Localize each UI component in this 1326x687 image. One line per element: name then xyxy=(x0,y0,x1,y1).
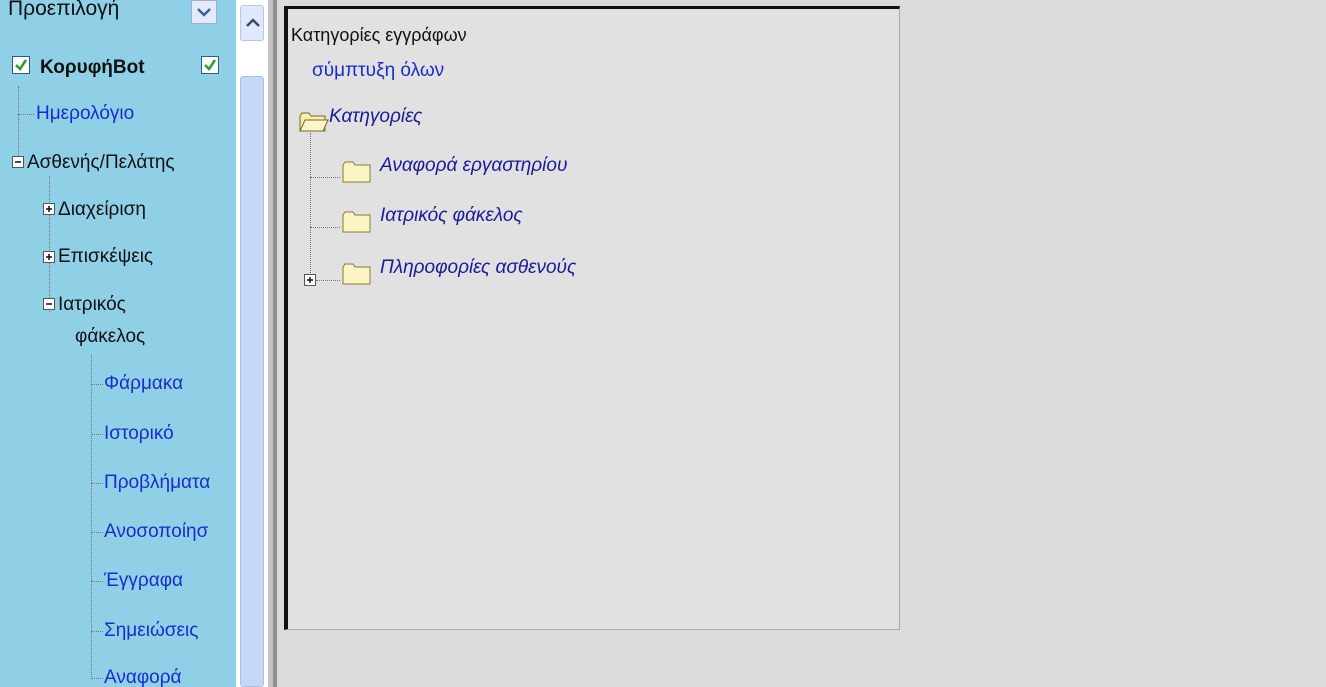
tree-guide xyxy=(310,133,311,281)
folder-icon xyxy=(342,211,371,233)
nav-item-immunizations[interactable]: Ανοσοποίησ xyxy=(104,521,208,543)
tree-guide xyxy=(18,114,34,115)
dropdown-button[interactable] xyxy=(191,0,217,24)
tree-guide xyxy=(91,631,103,632)
tree-guide xyxy=(18,86,19,166)
folder-open-icon xyxy=(299,112,329,132)
minus-box-icon xyxy=(46,303,52,305)
expand-toggle[interactable] xyxy=(43,203,55,215)
scroll-thumb[interactable] xyxy=(240,76,264,687)
root-label[interactable]: ΚορυφήBot xyxy=(40,57,145,79)
tree-guide xyxy=(49,176,50,312)
nav-item-notes[interactable]: Σημειώσεις xyxy=(104,620,198,642)
tree-guide xyxy=(316,280,340,281)
nav-item-report[interactable]: Αναφορά xyxy=(104,667,182,687)
tree-guide xyxy=(91,581,103,582)
expand-toggle[interactable] xyxy=(304,274,316,286)
document-categories-panel: Κατηγορίες εγγράφων σύμπτυξη όλων Κατηγο… xyxy=(284,6,900,630)
category-lab-report[interactable]: Αναφορά εργαστηρίου xyxy=(380,155,567,177)
nav-scrollbar[interactable] xyxy=(236,0,268,687)
nav-item-history[interactable]: Ιστορικό xyxy=(104,423,174,445)
tree-guide xyxy=(310,177,340,178)
root-checkbox-right[interactable] xyxy=(201,56,219,74)
nav-item-problems[interactable]: Προβλήματα xyxy=(104,472,210,494)
plus-box-icon xyxy=(46,254,52,260)
folder-icon xyxy=(342,263,371,285)
collapse-toggle[interactable] xyxy=(43,298,55,310)
collapse-all-link[interactable]: σύμπτυξη όλων xyxy=(312,60,444,82)
tree-guide xyxy=(91,532,103,533)
folder-icon xyxy=(342,161,371,183)
chevron-down-icon xyxy=(197,8,211,17)
tree-guide xyxy=(310,227,340,228)
panel-title: Κατηγορίες εγγράφων xyxy=(291,25,467,45)
chevron-up-icon xyxy=(246,18,260,27)
nav-item-patient[interactable]: Ασθενής/Πελάτης xyxy=(27,152,175,174)
nav-item-visits[interactable]: Επισκέψεις xyxy=(58,246,153,268)
nav-item-management[interactable]: Διαχείριση xyxy=(58,199,146,221)
checkbox-checked-icon xyxy=(15,59,28,71)
tree-guide xyxy=(91,678,103,679)
sidebar-nav: Προεπιλογή ΚορυφήBot Ημερολόγιο Ασθενής/… xyxy=(0,0,236,687)
nav-item-medications[interactable]: Φάρμακα xyxy=(104,373,183,395)
profile-dropdown-value[interactable]: Προεπιλογή xyxy=(8,0,119,20)
plus-box-icon xyxy=(46,206,52,212)
nav-item-documents[interactable]: Έγγραφα xyxy=(104,570,183,592)
minus-box-icon xyxy=(15,161,21,163)
nav-item-medical-record[interactable]: Ιατρικός xyxy=(58,294,126,316)
tree-guide xyxy=(91,384,103,385)
checkbox-checked-icon xyxy=(204,59,217,71)
frame-divider-shadow xyxy=(273,0,277,687)
collapse-toggle[interactable] xyxy=(12,156,24,168)
tree-guide xyxy=(91,483,103,484)
nav-item-medical-record-line2[interactable]: φάκελος xyxy=(75,326,145,348)
expand-toggle[interactable] xyxy=(43,251,55,263)
root-checkbox[interactable] xyxy=(12,56,30,74)
category-root[interactable]: Κατηγορίες xyxy=(329,106,422,128)
tree-guide xyxy=(91,434,103,435)
nav-item-calendar[interactable]: Ημερολόγιο xyxy=(36,103,134,125)
category-patient-info[interactable]: Πληροφορίες ασθενούς xyxy=(380,257,576,279)
plus-box-icon xyxy=(307,277,313,283)
category-medical-record[interactable]: Ιατρικός φάκελος xyxy=(380,205,523,227)
tree-guide xyxy=(91,355,92,677)
scroll-up-button[interactable] xyxy=(240,5,264,41)
